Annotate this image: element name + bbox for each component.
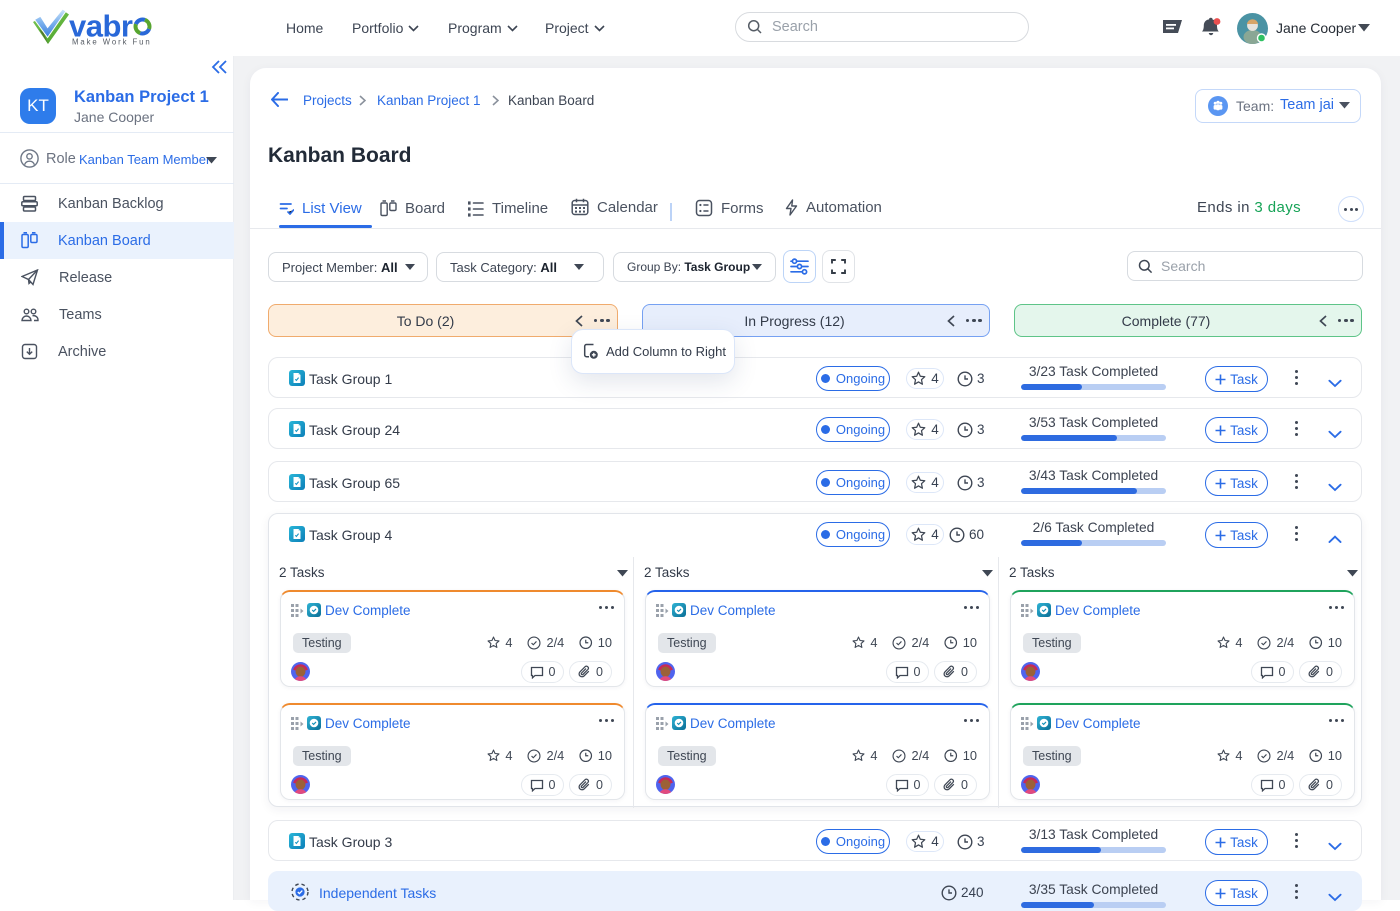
svg-text:Make Work Fun: Make Work Fun	[72, 38, 152, 47]
